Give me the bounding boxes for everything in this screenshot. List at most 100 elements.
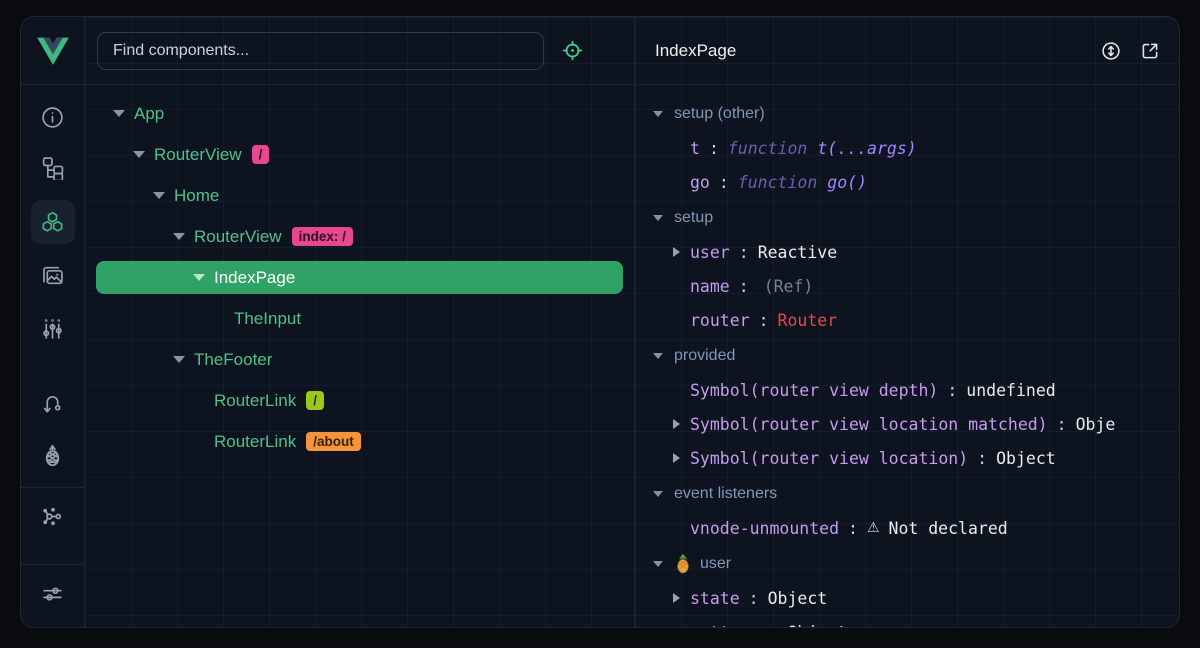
vue-logo-icon [36, 36, 70, 66]
group-provided[interactable]: provided [635, 339, 1179, 373]
state-key: getters [690, 623, 760, 628]
state-key: vnode-unmounted [690, 519, 839, 538]
state-row: vnode-unmounted : ⚠ Not declared [635, 511, 1179, 545]
state-key: name [690, 277, 730, 296]
timeline-tab-icon[interactable] [31, 306, 75, 350]
inspector-state-list: setup (other) t : function t(...args) go… [635, 85, 1179, 627]
component-tree-panel: App RouterView / Home RouterView index: … [85, 17, 635, 627]
state-value: Not declared [889, 519, 1008, 538]
assets-tab-icon[interactable] [31, 253, 75, 297]
tree-item-label: RouterView [154, 145, 242, 165]
component-tree-tab-icon[interactable] [31, 145, 75, 189]
group-pinia-user[interactable]: user [635, 547, 1179, 581]
vue-logo [21, 17, 84, 85]
router-tab-icon[interactable] [31, 380, 75, 424]
route-badge: / [306, 391, 324, 410]
rail-icon-list [21, 85, 84, 615]
tree-item-app[interactable]: App [85, 97, 634, 130]
tree-item-indexpage[interactable]: IndexPage [96, 261, 623, 294]
chevron-down-icon[interactable] [653, 561, 663, 567]
chevron-down-icon[interactable] [653, 491, 663, 497]
chevron-right-icon[interactable] [673, 593, 680, 603]
tree-item-label: RouterLink [214, 391, 296, 411]
tree-item-theinput[interactable]: TheInput [85, 302, 634, 335]
chevron-down-icon[interactable] [173, 356, 185, 363]
group-setup-other[interactable]: setup (other) [635, 97, 1179, 131]
function-signature: go() [827, 173, 867, 192]
tree-item-home[interactable]: Home [85, 179, 634, 212]
state-row: t : function t(...args) [635, 131, 1179, 165]
state-value: undefined [966, 381, 1055, 400]
chevron-down-icon[interactable] [173, 233, 185, 240]
chevron-down-icon[interactable] [653, 111, 663, 117]
state-key: t [690, 139, 700, 158]
tree-item-routerlink-home[interactable]: RouterLink / [85, 384, 634, 417]
tree-item-routerlink-about[interactable]: RouterLink /about [85, 425, 634, 458]
pinia-tab-icon[interactable] [31, 433, 75, 477]
tree-item-label: IndexPage [214, 268, 295, 288]
search-input[interactable] [97, 32, 544, 70]
state-value: Obje [1076, 415, 1116, 434]
chevron-down-icon[interactable] [653, 353, 663, 359]
inspector-panel: IndexPage setup (other) t : function [635, 17, 1179, 627]
tree-item-label: Home [174, 186, 219, 206]
chevron-right-icon[interactable] [673, 419, 680, 429]
tree-item-label: TheFooter [194, 350, 272, 370]
group-label: event listeners [674, 485, 777, 503]
info-tab-icon[interactable] [31, 95, 75, 139]
tree-item-label: App [134, 104, 164, 124]
chevron-down-icon[interactable] [193, 274, 205, 281]
function-keyword: function [728, 139, 807, 158]
state-row[interactable]: user : Reactive [635, 235, 1179, 269]
route-badge: / [252, 145, 270, 164]
function-keyword: function [738, 173, 817, 192]
sidebar-rail [21, 17, 85, 627]
state-row[interactable]: getters : Object [635, 615, 1179, 627]
chevron-right-icon[interactable] [673, 453, 680, 463]
locate-component-icon[interactable] [556, 35, 588, 67]
state-row[interactable]: state : Object [635, 581, 1179, 615]
state-key: Symbol(router view depth) [690, 381, 938, 400]
group-label: user [700, 555, 731, 573]
state-value: Object [768, 589, 828, 608]
inspector-header: IndexPage [635, 17, 1179, 85]
state-row[interactable]: Symbol(router view location) : Object [635, 441, 1179, 475]
warning-icon: ⚠ [867, 520, 880, 536]
state-key: router [690, 311, 750, 330]
component-tree: App RouterView / Home RouterView index: … [85, 85, 634, 466]
tree-item-routerview-index[interactable]: RouterView index: / [85, 220, 634, 253]
open-in-editor-icon[interactable] [1137, 38, 1163, 64]
inspector-actions [1098, 38, 1163, 64]
chevron-down-icon[interactable] [653, 215, 663, 221]
state-key: Symbol(router view location) [690, 449, 968, 468]
state-key: Symbol(router view location matched) [690, 415, 1048, 434]
state-key: state [690, 589, 740, 608]
chevron-down-icon[interactable] [113, 110, 125, 117]
state-row: name : (Ref) [635, 269, 1179, 303]
tree-item-label: RouterView [194, 227, 282, 247]
state-row: go : function go() [635, 165, 1179, 199]
route-badge: index: / [292, 227, 353, 246]
settings-tab-icon[interactable] [31, 571, 75, 615]
state-key: go [690, 173, 710, 192]
group-event-listeners[interactable]: event listeners [635, 477, 1179, 511]
graph-tab-icon[interactable] [31, 494, 75, 538]
components-tab-icon[interactable] [31, 200, 75, 244]
state-row[interactable]: Symbol(router view location matched) : O… [635, 407, 1179, 441]
rail-divider [21, 564, 85, 565]
group-setup[interactable]: setup [635, 201, 1179, 235]
chevron-down-icon[interactable] [133, 151, 145, 158]
tree-item-routerview[interactable]: RouterView / [85, 138, 634, 171]
function-signature: t(...args) [817, 139, 916, 158]
state-value: Object [787, 623, 847, 628]
scroll-to-component-icon[interactable] [1098, 38, 1124, 64]
state-row: router : Router [635, 303, 1179, 337]
rail-divider [21, 487, 85, 488]
chevron-right-icon[interactable] [673, 247, 680, 257]
inspector-title: IndexPage [655, 41, 736, 61]
tree-topbar [85, 17, 634, 85]
chevron-down-icon[interactable] [153, 192, 165, 199]
tree-item-thefooter[interactable]: TheFooter [85, 343, 634, 376]
state-row: Symbol(router view depth) : undefined [635, 373, 1179, 407]
tree-item-label: TheInput [234, 309, 301, 329]
